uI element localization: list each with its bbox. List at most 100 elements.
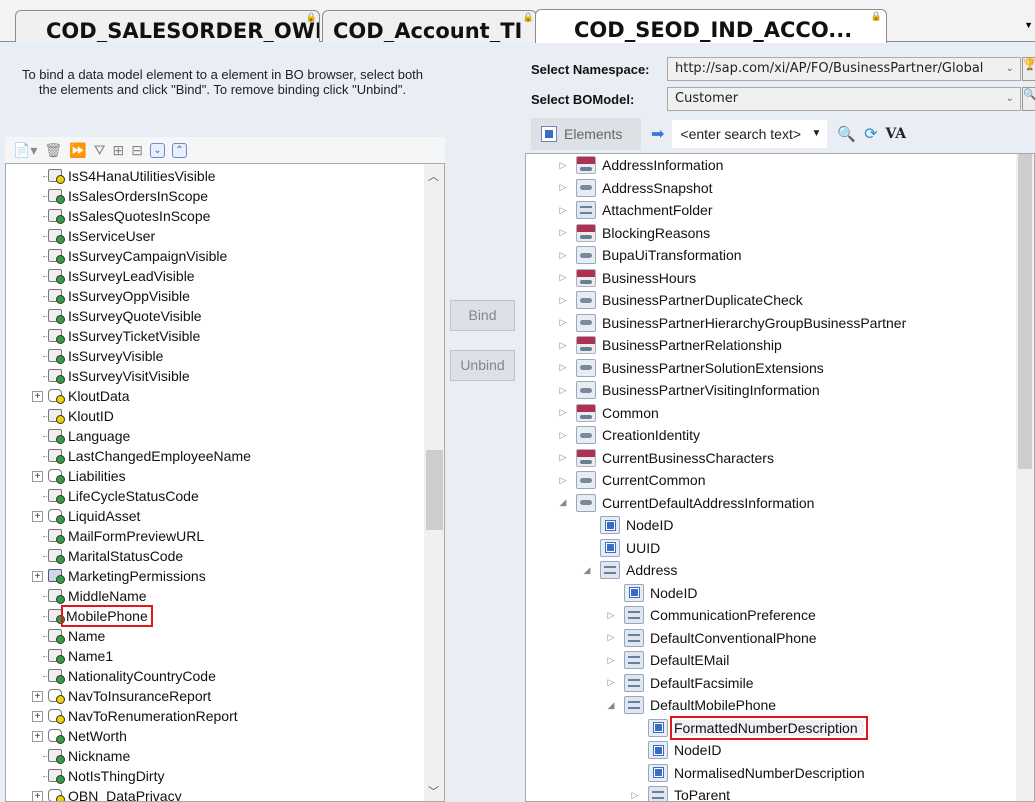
tree-structure-icon[interactable]: ⊟	[131, 142, 143, 159]
tree-node[interactable]: ▷ BlockingReasons	[556, 222, 710, 244]
expander-icon[interactable]: ▷	[556, 430, 570, 441]
expander-icon[interactable]: ▷	[556, 182, 570, 193]
collapse-all-icon[interactable]: ⌃	[171, 142, 187, 158]
tab-cod-salesorder-owl[interactable]: COD_SALESORDER_OWL 🔒	[15, 10, 320, 42]
expander-icon[interactable]: ▷	[556, 250, 570, 261]
expander-icon[interactable]: ▷	[556, 227, 570, 238]
tree-node[interactable]: ◢ DefaultMobilePhone	[604, 694, 776, 716]
tree-item[interactable]: IsSalesQuotesInScope	[6, 206, 421, 226]
tree-item[interactable]: + NavToRenumerationReport	[6, 706, 421, 726]
tree-node[interactable]: ▷ AddressInformation	[556, 154, 723, 176]
expander-icon[interactable]: ▷	[628, 790, 642, 801]
tree-node[interactable]: ▷ BusinessPartnerVisitingInformation	[556, 379, 820, 401]
new-item-icon[interactable]: 📄▾	[13, 142, 37, 159]
expander-icon[interactable]: ◢	[580, 565, 594, 576]
tree-node[interactable]: NodeID	[604, 582, 697, 604]
expander-icon[interactable]: ▷	[556, 295, 570, 306]
scrollbar-thumb[interactable]	[426, 450, 443, 530]
tree-node[interactable]: ▷ CurrentBusinessCharacters	[556, 447, 774, 469]
scrollbar-thumb[interactable]	[1018, 154, 1032, 469]
bomodel-select[interactable]: Customer ⌄	[667, 87, 1021, 111]
tree-node[interactable]: ▷ BusinessPartnerHierarchyGroupBusinessPa…	[556, 312, 906, 334]
namespace-action-icon[interactable]: 🏆	[1022, 57, 1035, 81]
tree-item[interactable]: Language	[6, 426, 421, 446]
tree-node[interactable]: ◢ CurrentDefaultAddressInformation	[556, 492, 814, 514]
namespace-select[interactable]: http://sap.com/xi/AP/FO/BusinessPartner/…	[667, 57, 1021, 81]
forward-icon[interactable]: ⏩	[69, 142, 86, 159]
tree-item[interactable]: LastChangedEmployeeName	[6, 446, 421, 466]
expander-icon[interactable]: ▷	[556, 272, 570, 283]
data-model-tree[interactable]: ︿ ﹀ IsS4HanaUtilitiesVisible IsSalesOrder…	[5, 163, 445, 802]
tree-node[interactable]: ▷ DefaultEMail	[604, 649, 729, 671]
delete-icon[interactable]: 🗑	[44, 142, 62, 159]
expand-icon[interactable]: +	[32, 691, 43, 702]
expander-icon[interactable]: ▷	[556, 452, 570, 463]
tab-list-dropdown-icon[interactable]: ▼	[1024, 20, 1033, 30]
tree-item[interactable]: + KloutData	[6, 386, 421, 406]
expander-icon[interactable]: ▷	[604, 677, 618, 688]
tree-node[interactable]: ▷ Common	[556, 402, 659, 424]
tree-item[interactable]: MobilePhone	[6, 605, 421, 627]
tree-node[interactable]: UUID	[580, 537, 660, 559]
tab-cod-account-ti[interactable]: COD_Account_TI 🔒	[322, 10, 537, 42]
expander-icon[interactable]: ◢	[556, 497, 570, 508]
bo-browser-tree[interactable]: ▷ AddressInformation ▷ AddressSnapshot ▷ Atta…	[525, 153, 1035, 802]
bo-browser-scrollbar[interactable]	[1016, 154, 1034, 801]
expander-icon[interactable]: ▷	[556, 317, 570, 328]
tree-node[interactable]: ▷ BusinessPartnerSolutionExtensions	[556, 357, 824, 379]
scroll-down-icon[interactable]: ﹀	[428, 783, 439, 799]
tree-item[interactable]: NotIsThingDirty	[6, 766, 421, 786]
tree-item[interactable]: MaritalStatusCode	[6, 546, 421, 566]
expand-icon[interactable]: +	[32, 391, 43, 402]
tree-node[interactable]: ▷ BusinessPartnerDuplicateCheck	[556, 289, 803, 311]
tree-node[interactable]: NodeID	[580, 514, 673, 536]
tree-item[interactable]: KloutID	[6, 406, 421, 426]
tree-item[interactable]: Name1	[6, 646, 421, 666]
tree-node[interactable]: ▷ BusinessPartnerRelationship	[556, 334, 782, 356]
search-dropdown-icon[interactable]: ▼	[812, 120, 822, 148]
unbind-button[interactable]: Unbind	[450, 350, 515, 381]
expand-icon[interactable]: +	[32, 711, 43, 722]
refresh-icon[interactable]: ⟳	[864, 124, 877, 144]
arrow-right-icon[interactable]: ➡	[651, 124, 664, 144]
tree-item[interactable]: IsSurveyOppVisible	[6, 286, 421, 306]
tree-node[interactable]: ▷ AttachmentFolder	[556, 199, 713, 221]
expand-icon[interactable]: +	[32, 571, 43, 582]
search-input[interactable]: <enter search text> ▼	[672, 120, 828, 148]
bomodel-search-icon[interactable]: 🔍	[1022, 87, 1035, 111]
expander-icon[interactable]: ▷	[556, 362, 570, 373]
tree-node[interactable]: ▷ ToParent	[628, 784, 730, 801]
tree-node[interactable]: ▷ CreationIdentity	[556, 424, 700, 446]
expander-icon[interactable]: ▷	[556, 475, 570, 486]
expander-icon[interactable]: ▷	[604, 632, 618, 643]
tree-item[interactable]: + NetWorth	[6, 726, 421, 746]
expander-icon[interactable]: ◢	[604, 700, 618, 711]
expander-icon[interactable]: ▷	[556, 205, 570, 216]
tree-node[interactable]: ▷ AddressSnapshot	[556, 177, 713, 199]
tree-item[interactable]: IsSurveyVisible	[6, 346, 421, 366]
tree-node[interactable]: ▷ BupaUiTransformation	[556, 244, 742, 266]
search-icon[interactable]: 🔍	[837, 125, 856, 143]
elements-button[interactable]: Elements	[531, 118, 641, 150]
tab-cod-seod-ind-acco[interactable]: COD_SEOD_IND_ACCO... 🔒	[535, 9, 887, 43]
expander-icon[interactable]: ▷	[556, 340, 570, 351]
expand-icon[interactable]: +	[32, 731, 43, 742]
tree-item[interactable]: + LiquidAsset	[6, 506, 421, 526]
tree-item[interactable]: Nickname	[6, 746, 421, 766]
tree-node[interactable]: ▷ CurrentCommon	[556, 469, 705, 491]
tree-item[interactable]: IsSurveyVisitVisible	[6, 366, 421, 386]
tree-node[interactable]: ▷ DefaultConventionalPhone	[604, 627, 817, 649]
expand-icon[interactable]: +	[32, 791, 43, 801]
tree-item[interactable]: NationalityCountryCode	[6, 666, 421, 686]
tree-node[interactable]: NormalisedNumberDescription	[628, 762, 865, 784]
expander-icon[interactable]: ▷	[604, 655, 618, 666]
tree-node[interactable]: ▷ BusinessHours	[556, 267, 696, 289]
data-model-scrollbar[interactable]: ︿ ﹀	[424, 164, 444, 801]
tree-node[interactable]: ◢ Address	[580, 559, 677, 581]
tree-node[interactable]: NodeID	[628, 739, 721, 761]
tree-item[interactable]: + OBN_DataPrivacy	[6, 786, 421, 801]
tree-item[interactable]: Name	[6, 626, 421, 646]
tree-item[interactable]: IsSalesOrdersInScope	[6, 186, 421, 206]
expander-icon[interactable]: ▷	[604, 610, 618, 621]
tree-item[interactable]: MiddleName	[6, 586, 421, 606]
